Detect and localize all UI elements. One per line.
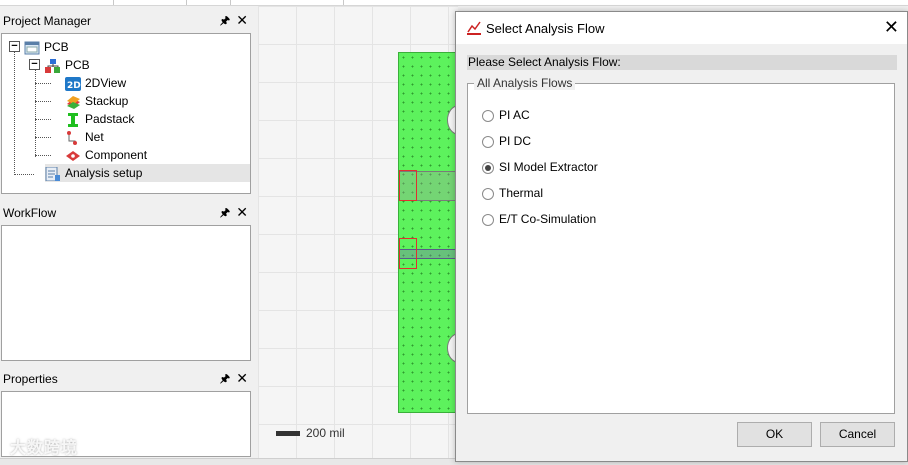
select-analysis-flow-dialog: Select Analysis Flow ✕ Please Select Ana… xyxy=(455,11,908,462)
close-icon[interactable]: ✕ xyxy=(236,10,248,30)
radio-button[interactable] xyxy=(482,109,494,122)
scale-label: 200 mil xyxy=(306,426,345,440)
tree-item-pcb[interactable]: PCB xyxy=(45,56,90,74)
scale-bar: 200 mil xyxy=(276,426,345,440)
pad-outline xyxy=(399,170,417,201)
tree-item-analysis-setup[interactable]: Analysis setup xyxy=(45,164,250,182)
2dview-icon: 2D xyxy=(65,76,81,91)
project-icon xyxy=(24,41,40,55)
workflow-panel: WorkFlow 🖈︎ ✕ xyxy=(0,203,254,363)
workflow-title: WorkFlow xyxy=(3,206,57,220)
radio-button[interactable] xyxy=(482,213,494,226)
radio-et-co-simulation[interactable]: E/T Co-Simulation xyxy=(482,211,596,227)
radio-button[interactable] xyxy=(482,135,494,148)
analysis-flows-group: All Analysis Flows PI AC PI DC SI Model … xyxy=(467,76,895,414)
pin-icon[interactable]: 🖈︎ xyxy=(220,369,230,389)
cancel-button[interactable]: Cancel xyxy=(820,422,895,447)
tree-item-padstack[interactable]: Padstack xyxy=(65,110,134,128)
workflow-body xyxy=(1,225,251,361)
padstack-icon xyxy=(65,112,81,127)
app-logo-icon xyxy=(466,20,482,36)
pad-outline xyxy=(399,238,417,269)
collapse-toggle-pcb-project[interactable]: − xyxy=(9,41,20,52)
stackup-icon xyxy=(65,95,81,109)
tree-item-2dview[interactable]: 2D 2DView xyxy=(65,74,126,92)
dialog-title: Select Analysis Flow xyxy=(486,21,605,36)
project-manager-header: Project Manager 🖈︎ ✕ xyxy=(0,11,254,31)
analysis-setup-icon xyxy=(45,166,61,182)
dialog-heading: Please Select Analysis Flow: xyxy=(467,55,897,70)
properties-title: Properties xyxy=(3,372,58,386)
tree-item-pcb-project[interactable]: PCB xyxy=(24,38,69,56)
collapse-toggle-pcb[interactable]: − xyxy=(29,59,40,70)
tree-item-stackup[interactable]: Stackup xyxy=(65,92,128,110)
scale-bar-line xyxy=(276,431,300,437)
tree-item-component[interactable]: Component xyxy=(65,146,147,164)
radio-thermal[interactable]: Thermal xyxy=(482,185,543,201)
tree-item-net[interactable]: Net xyxy=(65,128,104,146)
radio-pi-ac[interactable]: PI AC xyxy=(482,107,530,123)
project-manager-title: Project Manager xyxy=(3,14,92,28)
svg-text:2D: 2D xyxy=(67,81,81,91)
close-icon[interactable]: ✕ xyxy=(236,368,248,388)
pcb-board-view[interactable] xyxy=(398,52,471,413)
net-icon xyxy=(65,130,81,145)
component-icon xyxy=(65,149,81,163)
pin-icon[interactable]: 🖈︎ xyxy=(220,203,230,223)
dialog-close-icon[interactable]: ✕ xyxy=(884,17,899,38)
radio-pi-dc[interactable]: PI DC xyxy=(482,133,531,149)
radio-button[interactable] xyxy=(482,187,494,200)
workflow-header: WorkFlow 🖈︎ ✕ xyxy=(0,203,254,223)
dialog-titlebar: Select Analysis Flow ✕ xyxy=(456,12,907,44)
project-manager-panel: Project Manager 🖈︎ ✕ − − PCB PCB 2D 2DVi xyxy=(0,11,254,196)
radio-si-model-extractor[interactable]: SI Model Extractor xyxy=(482,159,598,175)
pcb-icon xyxy=(45,58,61,73)
pin-icon[interactable]: 🖈︎ xyxy=(220,11,230,31)
group-label: All Analysis Flows xyxy=(474,76,576,90)
project-tree: − − PCB PCB 2D 2DView Stackup Padstack N… xyxy=(1,33,251,194)
watermark: 大数跨境 xyxy=(10,440,79,457)
radio-button-selected[interactable] xyxy=(482,161,494,174)
close-icon[interactable]: ✕ xyxy=(236,202,248,222)
ok-button[interactable]: OK xyxy=(737,422,812,447)
properties-header: Properties 🖈︎ ✕ xyxy=(0,369,254,389)
